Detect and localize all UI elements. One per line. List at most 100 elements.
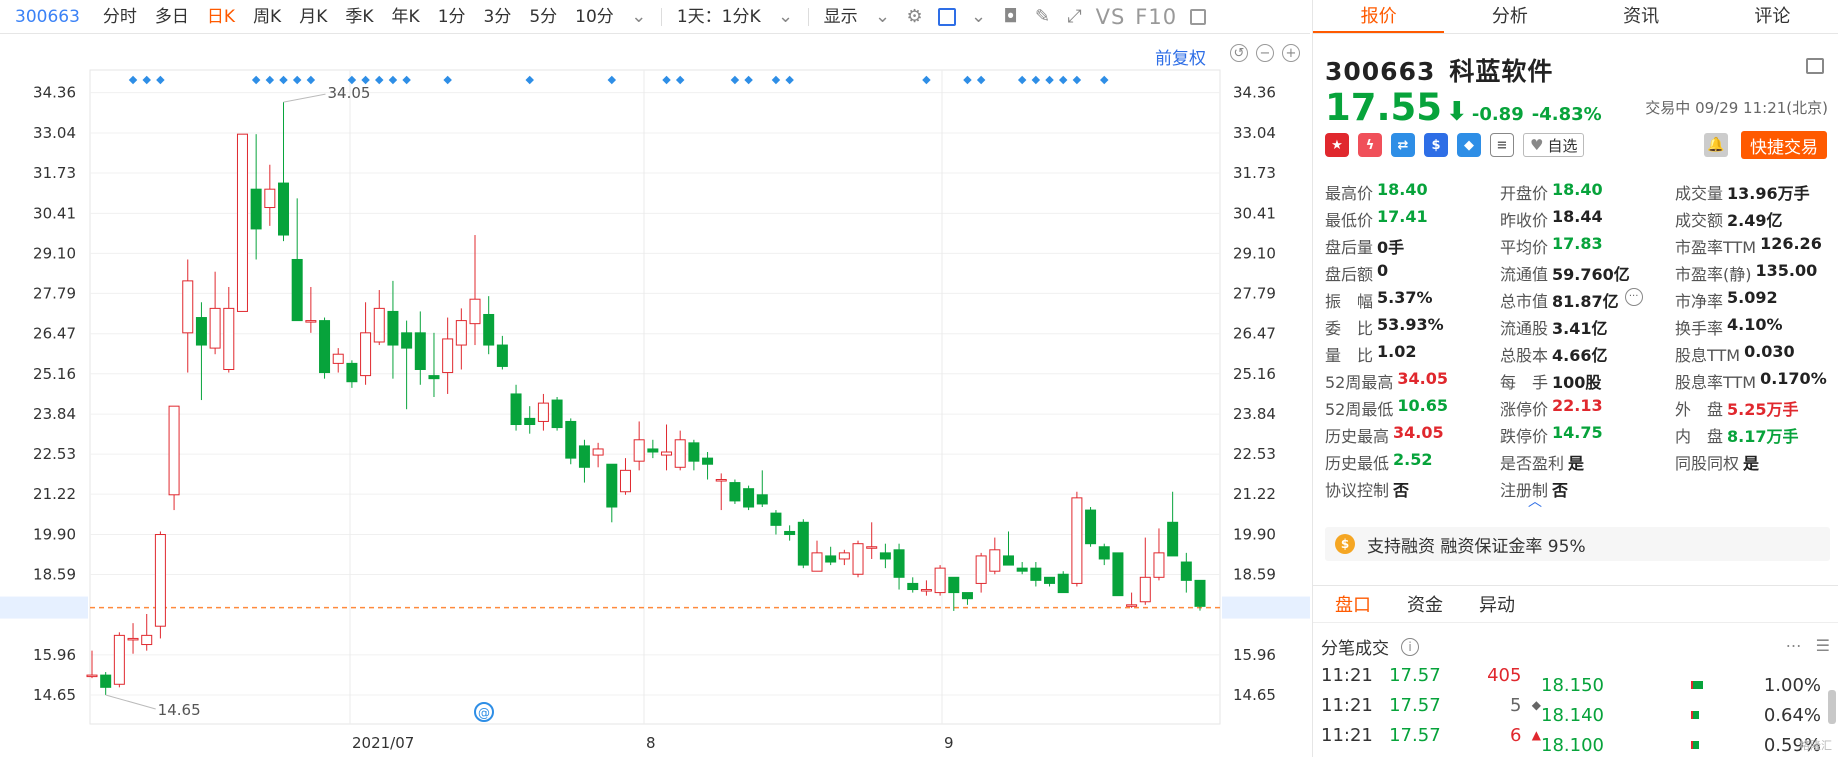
add-watchlist-button[interactable]: ♥ 自选 [1523,133,1585,157]
vs-button[interactable]: VS [1091,5,1131,29]
tab-news[interactable]: 资讯 [1576,0,1707,33]
chevron-down-icon[interactable]: ⌄ [872,6,894,28]
stat-label: 最高价 [1325,183,1374,203]
y-tick-label-left: 22.53 [33,445,76,463]
event-marker [771,75,781,85]
zoom-in-icon[interactable]: + [1282,44,1300,62]
lightning-icon[interactable]: ϟ [1358,133,1382,157]
stat-value: 2.52 [1393,449,1433,469]
tab-quote[interactable]: 报价 [1313,0,1445,33]
candle-body [141,634,153,646]
stat-item: 成交量 13.96万手 [1675,180,1835,204]
candle-body [455,320,467,346]
trade-price: 17.57 [1389,694,1441,716]
tab-weekly-k[interactable]: 周K [244,0,290,34]
settings-icon[interactable]: ⚙ [904,6,926,28]
panel-icon[interactable] [1187,6,1209,28]
tab-analysis[interactable]: 分析 [1444,0,1575,33]
tab-1min[interactable]: 1分 [429,0,475,34]
chevron-down-icon[interactable]: ⌄ [775,6,797,28]
tab-comments[interactable]: 评论 [1707,0,1838,33]
stat-item: 市盈率TTM 126.26 [1675,234,1835,258]
candle-body [264,188,276,209]
shuffle-icon[interactable]: ⇄ [1391,133,1415,157]
toolbar-divider [807,7,809,26]
y-tick-label-left: 29.10 [33,244,76,262]
stat-item: 52周最低 10.65 [1325,396,1500,420]
undo-icon[interactable]: ↺ [1230,44,1248,62]
margin-finance-banner[interactable]: $ 支持融资 融资保证金率 95% [1325,527,1830,561]
trade-time: 11:21 [1321,694,1373,716]
y-tick-label-right: 26.47 [1233,325,1276,343]
at-icon-glyph: @ [478,706,490,720]
stat-value: 5.25万手 [1727,399,1799,419]
tab-3min[interactable]: 3分 [475,0,521,34]
tag-icon[interactable]: ◆ [1457,133,1481,157]
adjust-toggle[interactable]: 前复权 [1155,44,1206,69]
event-marker [976,75,986,85]
info-icon[interactable]: i [1401,637,1419,656]
stat-label: 流通值 [1500,264,1549,284]
event-marker [1072,75,1082,85]
tab-yearly-k[interactable]: 年K [383,0,429,34]
candle-body [428,375,440,380]
f10-button[interactable]: F10 [1130,5,1182,29]
more-icon[interactable]: ⋯ [1786,636,1802,655]
event-marker [1058,75,1068,85]
tab-monthly-k[interactable]: 月K [290,0,336,34]
candle-body [319,320,331,374]
tab-5min[interactable]: 5分 [520,0,566,34]
scrollbar[interactable] [1828,690,1836,724]
candle-body [729,482,741,502]
tab-movement[interactable]: 异动 [1479,591,1515,617]
stats-row: 盘后额 0 流通值 59.760亿 市盈率(静) 135.00 [1325,259,1837,286]
tab-daily-k[interactable]: 日K [198,0,244,34]
pencil-icon[interactable]: ✎ [1032,6,1054,28]
stat-label: 跌停价 [1500,426,1549,446]
event-marker [347,75,357,85]
more-icon[interactable]: ··· [1624,287,1643,306]
tab-multiday[interactable]: 多日 [146,0,198,34]
candle-body [510,393,522,426]
kline-chart[interactable]: 34.36 34.36 33.04 33.04 31.73 31.73 30.41 30.41… [0,34,1310,757]
quick-trade-button[interactable]: 快捷交易 [1741,131,1827,159]
tab-capital[interactable]: 资金 [1407,591,1443,617]
list-icon[interactable]: ☰ [1816,636,1830,655]
stat-item: 成交额 2.49亿 [1675,207,1835,231]
candle-body [414,332,426,370]
stock-code-tab[interactable]: 300663 [6,0,94,34]
price-distribution: 18.150 1.00% 18.140 0.64% 18.100 0.59% [1541,670,1831,760]
display-menu[interactable]: 显示 [815,0,867,34]
tab-orderbook[interactable]: 盘口 [1335,591,1371,617]
bell-icon[interactable]: 🔔 [1704,133,1728,157]
quote-panel: 报价 分析 资讯 评论 300663 科蓝软件 17.55 ⬇ -0.89 -4.… [1312,0,1838,757]
stat-label: 成交额 [1675,210,1724,230]
y-tick-label-right: 25.16 [1233,365,1276,383]
china-flag-icon[interactable]: ★ [1325,133,1349,157]
event-marker [142,75,151,85]
dollar-icon[interactable]: $ [1424,133,1448,157]
event-marker [525,75,534,85]
candle-body [811,552,823,572]
tab-quarterly-k[interactable]: 季K [336,0,382,34]
stat-item: 股息TTM 0.030 [1675,342,1835,366]
tab-intraday[interactable]: 分时 [94,0,146,34]
fullscreen-icon[interactable]: ⤢ [1064,6,1086,28]
tab-10min[interactable]: 10分 [566,0,623,34]
camera-icon[interactable]: ◘ [1000,6,1022,28]
chevron-down-icon[interactable]: ⌄ [968,6,990,28]
note-icon[interactable]: ≡ [1490,133,1514,157]
period-select[interactable]: 1天：1分K [668,0,770,34]
stat-label: 流通股 [1500,318,1549,338]
stats-row: 委 比 53.93% 流通股 3.41亿 换手率 4.10% [1325,313,1837,340]
panel-toggle-icon[interactable] [1806,58,1824,74]
y-tick-label-left: 31.73 [33,164,76,182]
stat-item: 盘后量 0手 [1325,234,1500,258]
chevron-down-icon[interactable]: ⌄ [628,6,650,28]
stock-name: 科蓝软件 [1449,57,1554,86]
zoom-out-icon[interactable]: − [1256,44,1274,62]
chevron-up-icon[interactable]: ︿ [1528,491,1542,511]
candle-body [305,320,317,323]
candle-body [442,338,454,374]
checkbox-icon[interactable] [936,6,958,28]
